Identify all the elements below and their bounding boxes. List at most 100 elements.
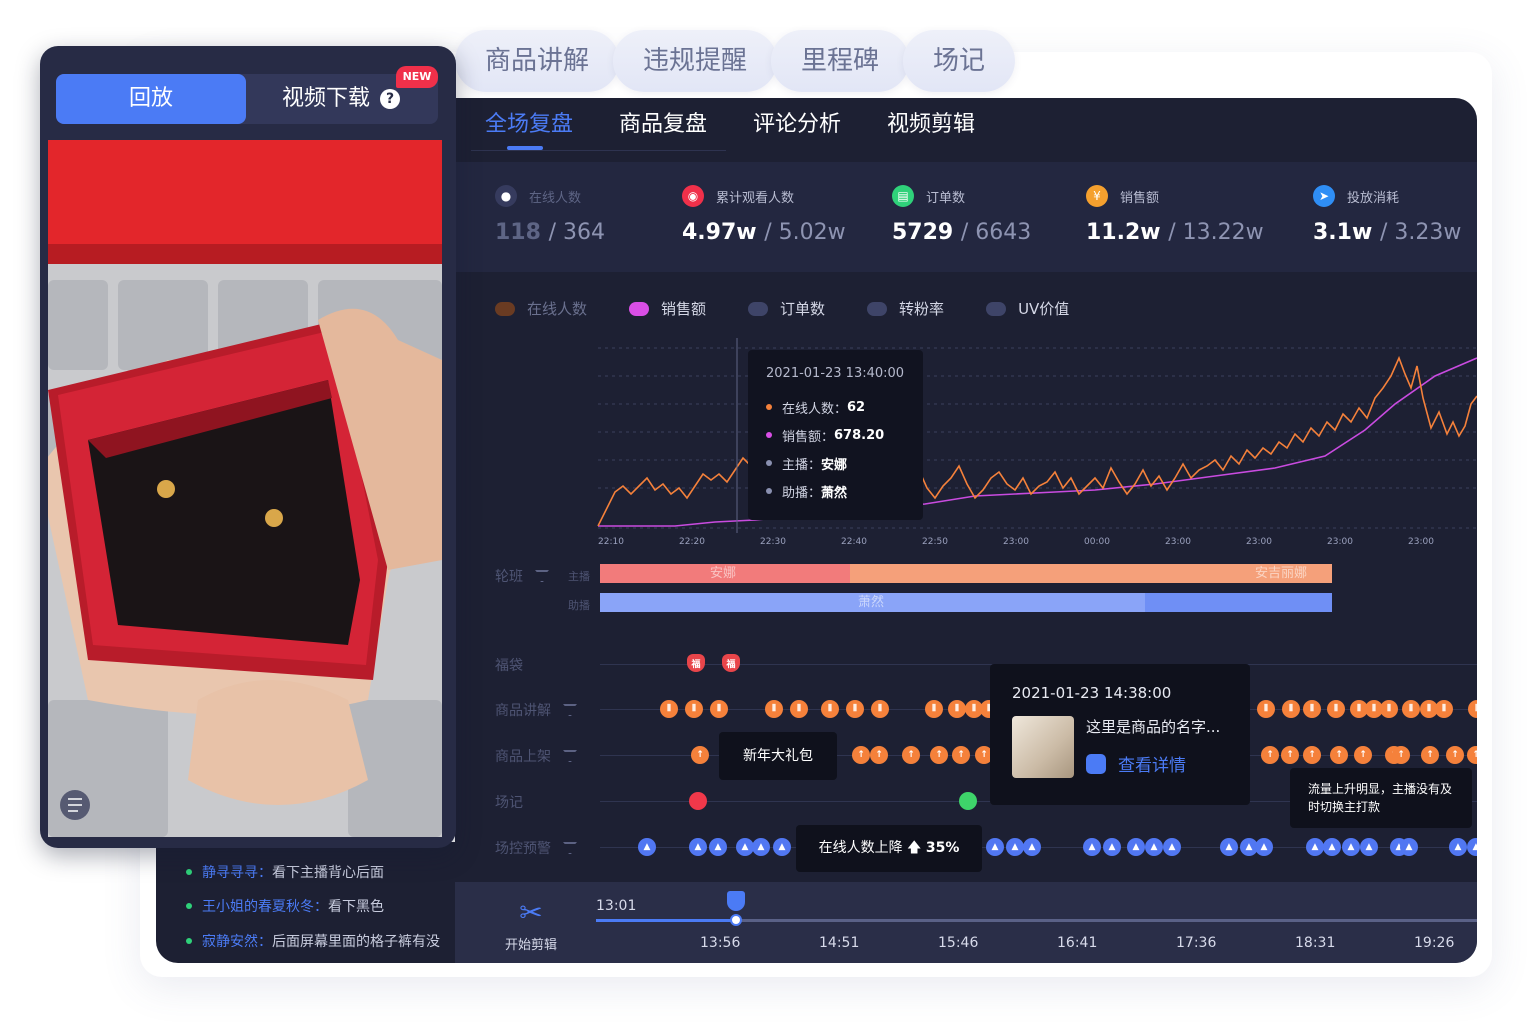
alert-marker[interactable]: ▲	[1023, 838, 1041, 856]
view-detail-link[interactable]: 查看详情	[1086, 751, 1220, 776]
alert-marker[interactable]: ▲	[1145, 838, 1163, 856]
listing-marker[interactable]: ↑	[952, 746, 970, 764]
stat-online: ● 在线人数 118 / 364	[495, 184, 605, 245]
alert-marker[interactable]: ▲	[689, 838, 707, 856]
listing-marker[interactable]: ↑	[1421, 746, 1439, 764]
listing-marker[interactable]: ↑	[870, 746, 888, 764]
explain-marker[interactable]: ⦀	[765, 700, 783, 718]
explain-marker[interactable]: ⦀	[1303, 700, 1321, 718]
row-label-shift: 轮班	[495, 566, 549, 586]
lucky-bag-icon[interactable]: 福	[722, 654, 740, 672]
alert-marker[interactable]: ▲	[1360, 838, 1378, 856]
explain-marker[interactable]: ⦀	[1468, 700, 1477, 718]
tab-milestone[interactable]: 里程碑	[771, 30, 910, 92]
chat-user[interactable]: 寂静安然：	[202, 931, 272, 951]
explain-marker[interactable]: ⦀	[1257, 700, 1275, 718]
tab-video-edit[interactable]: 视频剪辑	[887, 110, 975, 150]
playhead-knob[interactable]	[730, 914, 742, 926]
tab-product-review[interactable]: 商品复盘	[619, 110, 707, 150]
note-marker-red[interactable]	[689, 792, 707, 810]
alert-marker[interactable]: ▲	[1127, 838, 1145, 856]
legend-orders[interactable]: 订单数	[748, 298, 825, 319]
chat-text: 后面屏幕里面的格子裤有没	[272, 934, 440, 950]
alert-marker[interactable]: ▲	[1220, 838, 1238, 856]
listing-marker[interactable]: ↑	[1261, 746, 1279, 764]
explain-marker[interactable]: ⦀	[1402, 700, 1420, 718]
alert-marker[interactable]: ▲	[1306, 838, 1324, 856]
explain-marker[interactable]: ⦀	[925, 700, 943, 718]
alert-marker[interactable]: ▲	[1400, 838, 1418, 856]
legend-sales[interactable]: 销售额	[629, 298, 706, 319]
tab-full-review[interactable]: 全场复盘	[485, 110, 573, 150]
live-video[interactable]	[48, 140, 442, 837]
alert-marker[interactable]: ▲	[1449, 838, 1467, 856]
listing-marker[interactable]: ↑	[691, 746, 709, 764]
trend-chart[interactable]: 22:10 22:20 22:30 22:40 22:50 23:00 00:0…	[455, 338, 1477, 558]
listing-marker[interactable]: ↑	[1330, 746, 1348, 764]
explain-marker[interactable]: ⦀	[1435, 700, 1453, 718]
host-segment[interactable]: 安娜	[600, 564, 850, 583]
lucky-bag-icon[interactable]: 福	[687, 654, 705, 672]
alert-marker[interactable]: ▲	[709, 838, 727, 856]
tab-product-explain[interactable]: 商品讲解	[455, 30, 620, 92]
explain-marker[interactable]: ⦀	[1327, 700, 1345, 718]
explain-marker[interactable]: ⦀	[846, 700, 864, 718]
explain-marker[interactable]: ⦀	[948, 700, 966, 718]
alert-marker[interactable]: ▲	[1006, 838, 1024, 856]
alert-marker[interactable]: ▲	[1103, 838, 1121, 856]
tab-field-notes[interactable]: 场记	[903, 30, 1016, 92]
explain-marker[interactable]: ⦀	[1282, 700, 1300, 718]
alert-marker[interactable]: ▲	[773, 838, 791, 856]
filter-icon[interactable]	[535, 570, 549, 582]
tab-video-download[interactable]: 视频下载?	[282, 74, 401, 124]
alert-marker[interactable]: ▲	[1323, 838, 1341, 856]
listing-marker[interactable]: ↑	[1446, 746, 1464, 764]
playhead-flag-icon[interactable]	[727, 891, 745, 911]
tab-comment-analysis[interactable]: 评论分析	[753, 110, 841, 150]
alert-marker[interactable]: ▲	[1255, 838, 1273, 856]
chat-user[interactable]: 王小姐的春夏秋冬：	[202, 896, 328, 916]
chat-user[interactable]: 静寻寻寻：	[202, 862, 272, 882]
listing-marker[interactable]: ↑	[1354, 746, 1372, 764]
explain-marker[interactable]: ⦀	[1380, 700, 1398, 718]
alert-marker[interactable]: ▲	[1163, 838, 1181, 856]
help-icon[interactable]: ?	[380, 89, 401, 109]
row-label-text: 商品讲解	[495, 703, 551, 719]
alert-marker[interactable]: ▲	[638, 838, 656, 856]
start-cut-button[interactable]: ✂ 开始剪辑	[477, 898, 585, 954]
explain-marker[interactable]: ⦀	[685, 700, 703, 718]
current-time: 13:01	[596, 898, 637, 914]
legend-uv-value[interactable]: UV价值	[986, 298, 1069, 319]
legend-online[interactable]: 在线人数	[495, 298, 587, 319]
product-thumbnail[interactable]	[1012, 716, 1074, 778]
explain-marker[interactable]: ⦀	[871, 700, 889, 718]
listing-marker[interactable]: ↑	[930, 746, 948, 764]
chart-tooltip: 2021-01-23 13:40:00 在线人数： 62 销售额： 678.20 主…	[748, 350, 923, 520]
assist-segment[interactable]: 萧然	[600, 593, 1145, 612]
alert-marker[interactable]: ▲	[986, 838, 1004, 856]
listing-marker[interactable]: ↑	[902, 746, 920, 764]
filter-icon[interactable]	[563, 704, 577, 716]
listing-marker[interactable]: ↑	[1281, 746, 1299, 764]
listing-marker[interactable]: ↑	[1392, 746, 1410, 764]
alert-marker[interactable]: ▲	[1342, 838, 1360, 856]
filter-icon[interactable]	[563, 750, 577, 762]
alert-marker[interactable]: ▲	[1467, 838, 1477, 856]
explain-marker[interactable]: ⦀	[710, 700, 728, 718]
listing-marker[interactable]: ↑	[1303, 746, 1321, 764]
alert-marker[interactable]: ▲	[1083, 838, 1101, 856]
legend-fan-rate[interactable]: 转粉率	[867, 298, 944, 319]
alert-marker[interactable]: ▲	[752, 838, 770, 856]
note-marker-green[interactable]	[959, 792, 977, 810]
explain-marker[interactable]: ⦀	[660, 700, 678, 718]
tab-violation[interactable]: 违规提醒	[613, 30, 778, 92]
listing-marker[interactable]: ↑	[1467, 746, 1477, 764]
tooltip-key: 在线人数：	[782, 401, 848, 417]
explain-marker[interactable]: ⦀	[821, 700, 839, 718]
listing-marker[interactable]: ↑	[852, 746, 870, 764]
explain-marker[interactable]: ⦀	[790, 700, 808, 718]
host-bar[interactable]: 安娜 安吉丽娜	[600, 564, 1332, 583]
tab-replay[interactable]: 回放	[56, 74, 246, 124]
assist-bar[interactable]: 萧然	[600, 593, 1332, 612]
filter-icon[interactable]	[563, 842, 577, 854]
